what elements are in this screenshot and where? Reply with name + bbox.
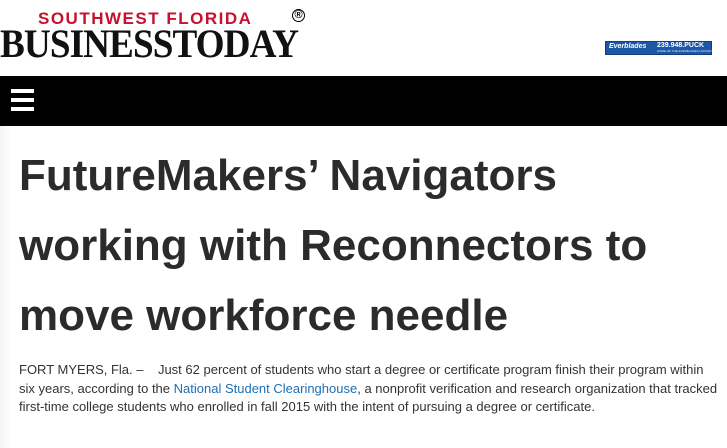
masthead: SOUTHWEST FLORIDA ® BUSINESSTODAY Everbl… (0, 0, 727, 75)
menu-line (11, 107, 34, 111)
hamburger-menu-icon[interactable] (11, 89, 34, 111)
header-ad-banner[interactable]: Everblades 239.948.PUCK HOME OF THE EVER… (605, 41, 712, 55)
national-student-clearinghouse-link[interactable]: National Student Clearinghouse (174, 381, 358, 396)
site-logo[interactable]: SOUTHWEST FLORIDA ® BUSINESSTODAY (0, 9, 305, 65)
main-navbar (0, 76, 727, 126)
logo-title-text: BUSINESSTODAY (0, 21, 299, 66)
ad-phone-text: 239.948.PUCK (657, 42, 705, 49)
ad-subtext: HOME OF THE EVERBLADES HOCKEY (657, 49, 713, 53)
menu-line (11, 89, 34, 93)
dateline: FORT MYERS, Fla. – (19, 362, 144, 377)
ad-brand-text: Everblades (609, 43, 647, 50)
article-paragraph: FORT MYERS, Fla. – Just 62 percent of st… (19, 361, 719, 417)
article-content: FutureMakers’ Navigators working with Re… (0, 126, 727, 448)
article-headline: FutureMakers’ Navigators working with Re… (19, 151, 648, 340)
menu-line (11, 98, 34, 102)
